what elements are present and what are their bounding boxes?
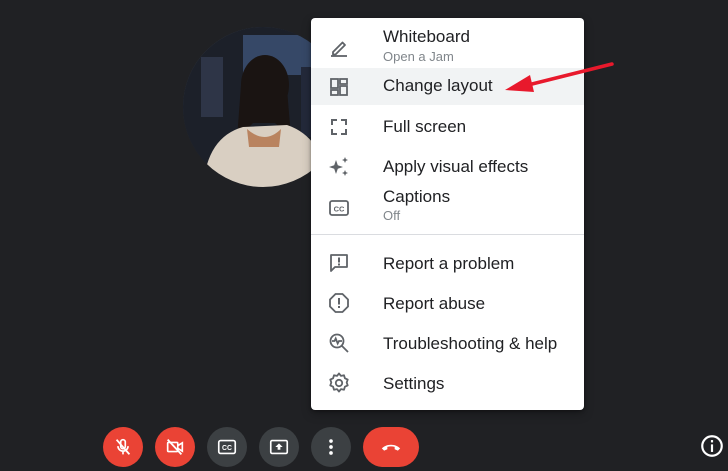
menu-item-label: Troubleshooting & help <box>383 334 558 353</box>
menu-item-whiteboard[interactable]: Whiteboard Open a Jam <box>311 24 584 68</box>
menu-item-label: Full screen <box>383 117 467 136</box>
present-button[interactable] <box>259 427 299 467</box>
menu-item-label: Settings <box>383 374 445 393</box>
present-icon <box>268 436 290 458</box>
fullscreen-icon <box>327 115 351 139</box>
menu-item-change-layout[interactable]: Change layout <box>311 68 584 105</box>
menu-item-sublabel: Off <box>383 208 401 223</box>
menu-divider <box>311 234 584 235</box>
report-icon <box>327 291 351 315</box>
hang-up-icon <box>380 436 402 458</box>
menu-item-label: Whiteboard <box>383 27 470 46</box>
camera-off-icon <box>164 436 186 458</box>
menu-item-label: Apply visual effects <box>383 157 529 176</box>
info-icon[interactable] <box>699 433 725 459</box>
menu-item-report-problem[interactable]: Report a problem <box>311 244 584 282</box>
meeting-stage: Whiteboard Open a Jam Change layout Full… <box>0 0 728 471</box>
svg-text:CC: CC <box>222 445 232 452</box>
camera-off-button[interactable] <box>155 427 195 467</box>
menu-item-label: Report abuse <box>383 294 486 313</box>
layout-icon <box>327 75 351 99</box>
pencil-icon <box>327 36 351 60</box>
sparkle-icon <box>327 155 351 179</box>
menu-item-label: Report a problem <box>383 254 515 273</box>
menu-item-captions[interactable]: CC Captions Off <box>311 185 584 229</box>
more-options-button[interactable] <box>311 427 351 467</box>
mic-off-button[interactable] <box>103 427 143 467</box>
feedback-icon <box>327 251 351 275</box>
menu-item-label: Change layout <box>383 76 493 95</box>
captions-icon: CC <box>327 196 351 220</box>
mic-off-icon <box>112 436 134 458</box>
menu-item-label: Captions <box>383 187 451 206</box>
captions-button[interactable]: CC <box>207 427 247 467</box>
menu-item-sublabel: Open a Jam <box>383 49 454 64</box>
troubleshoot-icon <box>327 331 351 355</box>
more-vert-icon <box>320 436 342 458</box>
menu-item-full-screen[interactable]: Full screen <box>311 107 584 145</box>
menu-item-settings[interactable]: Settings <box>311 364 584 402</box>
captions-icon: CC <box>216 436 238 458</box>
more-options-menu: Whiteboard Open a Jam Change layout Full… <box>311 18 584 410</box>
menu-item-report-abuse[interactable]: Report abuse <box>311 284 584 322</box>
svg-text:CC: CC <box>334 205 345 214</box>
gear-icon <box>327 371 351 395</box>
leave-call-button[interactable] <box>363 427 419 467</box>
menu-item-visual-effects[interactable]: Apply visual effects <box>311 147 584 185</box>
menu-item-troubleshooting[interactable]: Troubleshooting & help <box>311 324 584 362</box>
